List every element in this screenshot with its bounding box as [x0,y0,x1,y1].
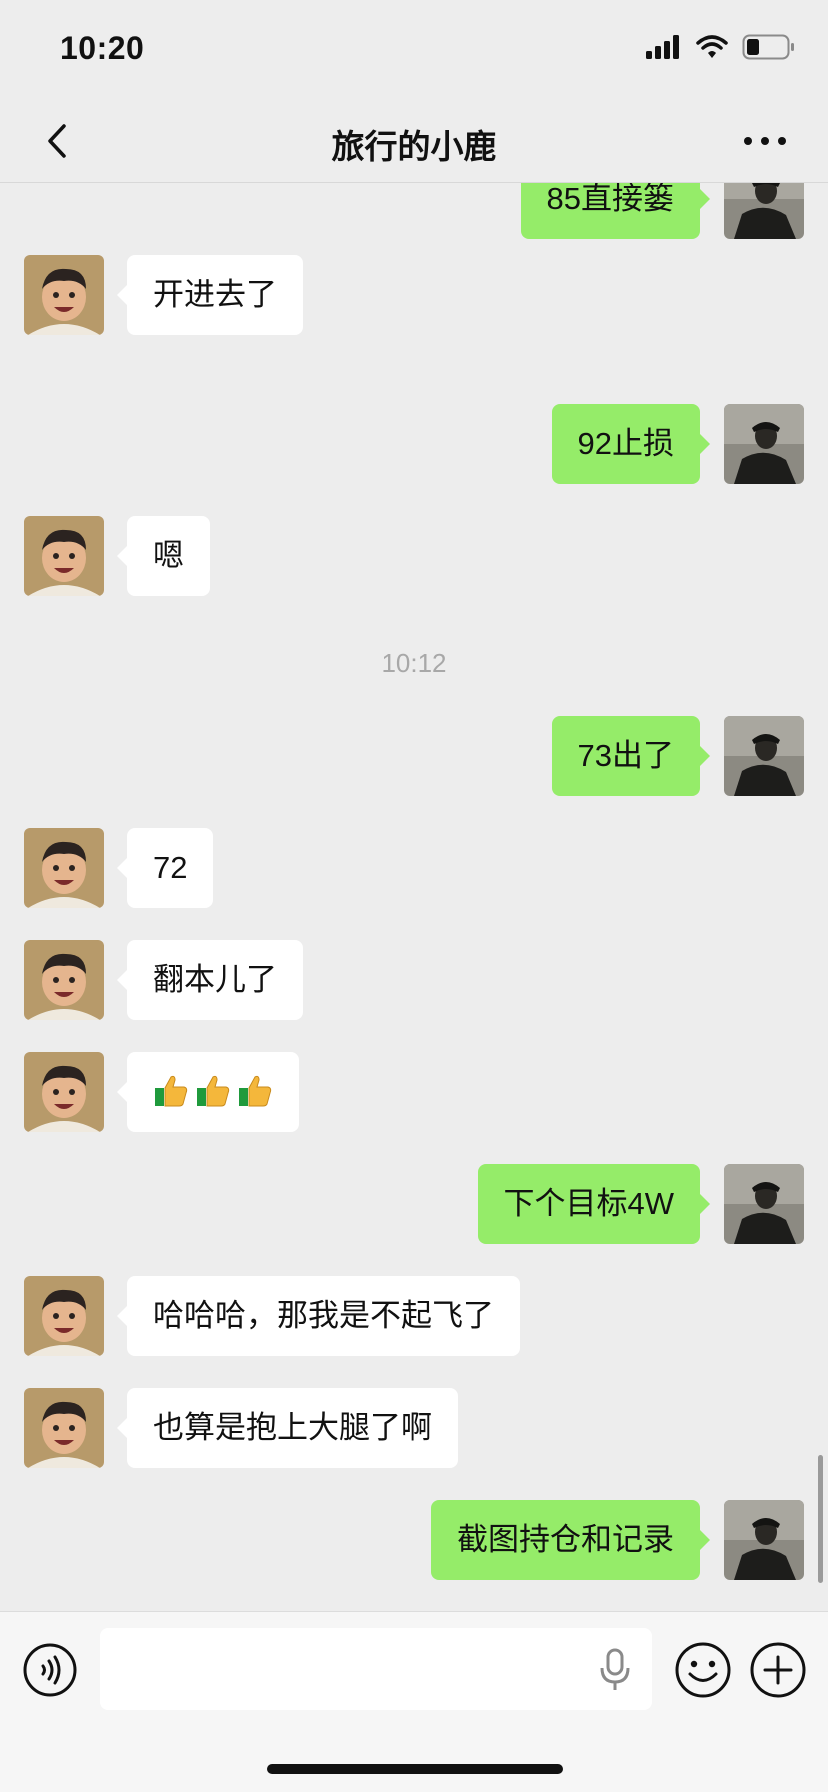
avatar-contact[interactable] [24,1388,104,1468]
avatar-contact[interactable] [24,1052,104,1132]
status-time: 10:20 [60,30,145,66]
message-row: 嗯 [0,516,828,596]
avatar-contact[interactable] [24,1276,104,1356]
microphone-icon[interactable] [598,1648,632,1692]
message-bubble-received[interactable]: 72 [116,828,214,908]
signal-icon [646,35,679,59]
thumbs-up-icon [155,1075,188,1107]
avatar-contact[interactable] [24,516,104,596]
message-bubble-received[interactable]: 也算是抱上大腿了啊 [117,1388,458,1468]
message-bubble-received[interactable]: 哈哈哈，那我是不起飞了 [117,1276,520,1356]
message-bubble-sent[interactable]: 85直接篓 [520,183,711,239]
avatar-self[interactable] [724,1164,804,1244]
status-bar: 10:20 [0,0,828,100]
chat-title: 旅行的小鹿 [331,128,497,165]
message-bubble-sent[interactable]: 下个目标4W [477,1164,710,1244]
thumbs-up-emoji-group [153,1074,273,1108]
message-bubble-received[interactable]: 翻本儿了 [117,940,303,1020]
message-bubble-sent[interactable]: 截图持仓和记录 [431,1500,710,1580]
message-row: 哈哈哈，那我是不起飞了 [0,1276,828,1356]
status-icons [646,34,796,60]
thumbs-up-icon [197,1075,230,1107]
avatar-contact[interactable] [24,940,104,1020]
message-row: 开进去了 [0,255,828,335]
message-bubble-received[interactable] [117,1052,299,1132]
avatar-self[interactable] [724,404,804,484]
home-indicator [267,1764,563,1774]
avatar-self[interactable] [724,1500,804,1580]
avatar-contact[interactable] [24,828,104,908]
message-row: 92止损 [0,404,828,484]
message-row: 截图持仓和记录 [0,1500,828,1580]
chat-scrollbar[interactable] [818,1455,823,1583]
emoji-icon[interactable] [674,1641,732,1699]
voice-icon[interactable] [22,1642,78,1698]
message-input[interactable] [100,1628,652,1710]
battery-icon [742,34,794,60]
message-row [0,1052,828,1132]
message-bubble-received[interactable]: 开进去了 [117,255,303,335]
avatar-self[interactable] [724,716,804,796]
chat-area[interactable]: 85直接篓 开进去了 92止损 嗯 10:12 73出了 72 翻本儿了 下个目… [0,183,828,1611]
avatar-contact[interactable] [24,255,104,335]
message-row: 翻本儿了 [0,940,828,1020]
message-row: 下个目标4W [0,1164,828,1244]
message-bubble-sent[interactable]: 92止损 [551,404,711,484]
message-timestamp: 10:12 [381,648,447,678]
message-row: 72 [0,828,828,908]
avatar-self[interactable] [724,183,804,239]
wifi-icon [696,35,728,58]
message-bubble-received[interactable]: 嗯 [117,516,210,596]
message-row: 85直接篓 [0,183,828,239]
message-row: 也算是抱上大腿了啊 [0,1388,828,1468]
nav-bar: 旅行的小鹿 [0,100,828,183]
thumbs-up-icon [239,1075,272,1107]
input-bar [0,1611,828,1792]
more-dots-icon[interactable] [740,118,790,164]
message-bubble-sent[interactable]: 73出了 [551,716,711,796]
message-row: 73出了 [0,716,828,796]
plus-icon[interactable] [749,1641,807,1699]
